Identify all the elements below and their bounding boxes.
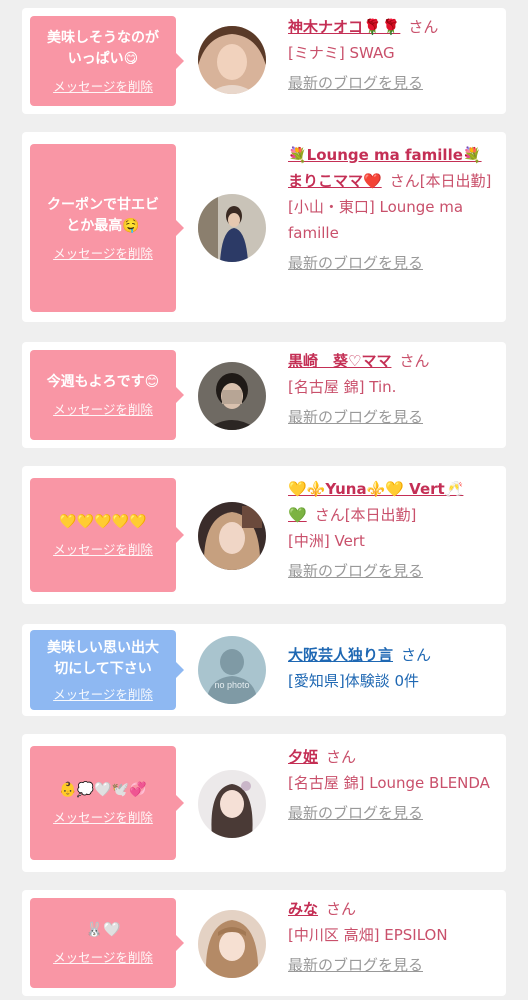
cast-info: 大阪芸人独り言 さん [愛知県]体験談 0件 <box>288 642 498 694</box>
message-bubble: クーポンで甘エビ とか最高🤤 メッセージを削除 <box>30 144 184 312</box>
message-card: クーポンで甘エビ とか最高🤤 メッセージを削除 💐Lounge ma famil… <box>22 132 506 322</box>
attendance-status: [本日出勤] <box>344 506 417 524</box>
message-text: 💛💛💛💛💛 <box>59 514 147 530</box>
message-text: 🐰🤍 <box>85 922 121 938</box>
delete-message-link[interactable]: メッセージを削除 <box>53 76 153 95</box>
message-card: 美味しそうなのが いっぱい😋 メッセージを削除 神木ナオコ🌹🌹 さん [ミナミ] … <box>22 8 506 114</box>
message-bubble: 今週もよろです😊 メッセージを削除 <box>30 350 184 440</box>
blog-link[interactable]: 最新のブログを見る <box>288 952 498 978</box>
message-card: 🐰🤍 メッセージを削除 みな さん [中川区 高畑] EPSILON 最新のブログ… <box>22 890 506 996</box>
message-bubble: 美味しそうなのが いっぱい😋 メッセージを削除 <box>30 16 184 106</box>
cast-info: 夕姫 さん [名古屋 錦] Lounge BLENDA 最新のブログを見る <box>288 744 498 826</box>
message-bubble: 👶💭🤍🕊️💞 メッセージを削除 <box>30 746 184 860</box>
message-bubble: 💛💛💛💛💛 メッセージを削除 <box>30 478 184 592</box>
shop-label: [名古屋 錦] Lounge BLENDA <box>288 774 490 792</box>
shop-label: [中川区 高畑] EPSILON <box>288 926 448 944</box>
message-card: 💛💛💛💛💛 メッセージを削除 💛⚜️Yuna⚜️💛 Vert🥂 💚 さん[本日出勤]… <box>22 466 506 604</box>
blog-link[interactable]: 最新のブログを見る <box>288 250 498 276</box>
blog-link[interactable]: 最新のブログを見る <box>288 404 498 430</box>
message-text: 美味しい思い出大 切にして下さい <box>47 639 159 677</box>
shop-label: [小山・東口] Lounge ma famille <box>288 198 464 242</box>
cast-name-link[interactable]: 黒崎 葵♡ママ <box>288 352 391 370</box>
cast-info: 💐Lounge ma famille💐 まりこママ❤️ さん[本日出勤] [小山・東… <box>288 142 498 276</box>
avatar[interactable] <box>198 362 266 430</box>
review-count-label: [愛知県]体験談 0件 <box>288 672 420 690</box>
avatar[interactable]: no photo <box>198 636 266 704</box>
cast-name-link[interactable]: 神木ナオコ🌹🌹 <box>288 18 400 36</box>
blog-link[interactable]: 最新のブログを見る <box>288 800 498 826</box>
message-bubble: 美味しい思い出大 切にして下さい メッセージを削除 <box>30 630 184 710</box>
delete-message-link[interactable]: メッセージを削除 <box>53 807 153 826</box>
message-bubble: 🐰🤍 メッセージを削除 <box>30 898 184 988</box>
delete-message-link[interactable]: メッセージを削除 <box>53 399 153 418</box>
cast-info: 神木ナオコ🌹🌹 さん [ミナミ] SWAG 最新のブログを見る <box>288 14 498 96</box>
message-card: 👶💭🤍🕊️💞 メッセージを削除 夕姫 さん [名古屋 錦] Lounge BLEN… <box>22 734 506 872</box>
message-card: 今週もよろです😊 メッセージを削除 黒崎 葵♡ママ さん [名古屋 錦] Tin.… <box>22 342 506 448</box>
cast-info: みな さん [中川区 高畑] EPSILON 最新のブログを見る <box>288 896 498 978</box>
attendance-status: [本日出勤] <box>419 172 492 190</box>
blog-link[interactable]: 最新のブログを見る <box>288 558 498 584</box>
shop-label: [名古屋 錦] Tin. <box>288 378 397 396</box>
cast-name-link[interactable]: 夕姫 <box>288 748 318 766</box>
shop-label: [ミナミ] SWAG <box>288 44 395 62</box>
delete-message-link[interactable]: メッセージを削除 <box>53 684 153 703</box>
delete-message-link[interactable]: メッセージを削除 <box>53 947 153 966</box>
no-photo-label: no photo <box>214 680 249 690</box>
avatar[interactable] <box>198 194 266 262</box>
avatar[interactable] <box>198 502 266 570</box>
avatar[interactable] <box>198 770 266 838</box>
user-name-link[interactable]: 大阪芸人独り言 <box>288 646 393 664</box>
message-card: 美味しい思い出大 切にして下さい メッセージを削除 no photo 大阪芸人独… <box>22 624 506 716</box>
message-text: 👶💭🤍🕊️💞 <box>59 782 147 798</box>
cast-name-link[interactable]: みな <box>288 900 318 918</box>
cast-info: 💛⚜️Yuna⚜️💛 Vert🥂 💚 さん[本日出勤] [中洲] Vert 最新のブ… <box>288 476 498 584</box>
message-text: 今週もよろです😊 <box>46 374 160 390</box>
delete-message-link[interactable]: メッセージを削除 <box>53 539 153 558</box>
cast-info: 黒崎 葵♡ママ さん [名古屋 錦] Tin. 最新のブログを見る <box>288 348 498 430</box>
message-text: 美味しそうなのが いっぱい😋 <box>47 29 159 67</box>
avatar[interactable] <box>198 26 266 94</box>
shop-label: [中洲] Vert <box>288 532 365 550</box>
avatar[interactable] <box>198 910 266 978</box>
message-text: クーポンで甘エビ とか最高🤤 <box>47 196 159 234</box>
blog-link[interactable]: 最新のブログを見る <box>288 70 498 96</box>
delete-message-link[interactable]: メッセージを削除 <box>53 243 153 262</box>
